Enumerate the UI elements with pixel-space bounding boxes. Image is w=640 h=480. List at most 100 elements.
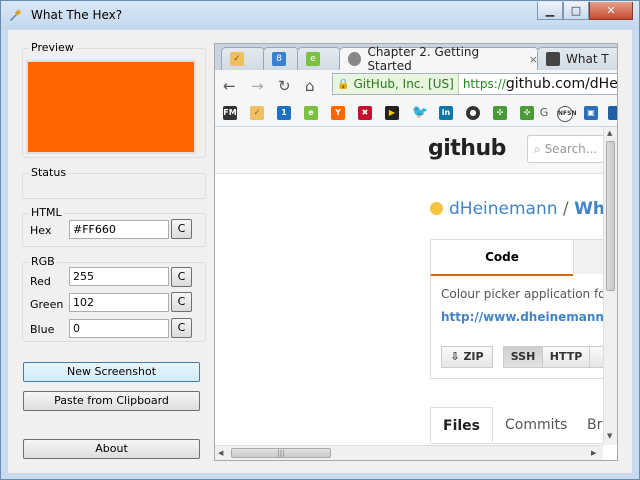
screenshot-area[interactable]: ✓ 8 e Chapter 2. Getting Started × What … bbox=[214, 43, 618, 461]
browser-tab-what[interactable]: What T bbox=[537, 47, 617, 70]
scroll-right-icon[interactable]: ▶ bbox=[591, 449, 596, 457]
maximize-icon: □ bbox=[570, 4, 582, 17]
nfsn-bookmark-icon[interactable]: NFSN bbox=[557, 106, 576, 122]
green-label: Green bbox=[30, 298, 64, 311]
github-bookmark-icon[interactable]: ● bbox=[466, 106, 480, 120]
github-logo[interactable]: github bbox=[428, 136, 506, 161]
puzzle-bookmark-icon[interactable]: ✣ bbox=[493, 106, 507, 120]
repo-owner-link[interactable]: dHeinemann bbox=[449, 199, 558, 219]
zip-download-button[interactable]: ⇩ ZIP bbox=[441, 346, 493, 368]
tab-branches[interactable]: Bra bbox=[587, 407, 603, 443]
linkedin-bookmark-icon[interactable]: in bbox=[439, 106, 453, 120]
paste-from-clipboard-button[interactable]: Paste from Clipboard bbox=[23, 391, 200, 411]
github-favicon-icon bbox=[546, 52, 560, 66]
search-placeholder: Search... bbox=[544, 142, 598, 156]
vertical-scrollbar[interactable]: ▲ ▼ bbox=[603, 127, 617, 445]
close-button[interactable]: ✕ bbox=[589, 2, 633, 20]
star-bookmark-icon[interactable]: ✖ bbox=[358, 106, 372, 120]
repo-homepage-link[interactable]: http://www.dheinemann.c bbox=[441, 310, 603, 324]
ev-label: GitHub, Inc. [US] bbox=[353, 77, 454, 91]
tab-commits[interactable]: Commits bbox=[505, 407, 567, 443]
repo-title: dHeinemann / What bbox=[430, 199, 603, 219]
repo-separator: / bbox=[557, 199, 575, 219]
browser-tab-chapter[interactable]: Chapter 2. Getting Started × bbox=[339, 45, 539, 73]
play-bookmark-icon[interactable]: ▶ bbox=[385, 106, 399, 120]
copy-hex-button[interactable]: C bbox=[171, 219, 192, 239]
minimize-button[interactable]: ▁ bbox=[537, 2, 563, 20]
minimize-icon: ▁ bbox=[545, 4, 555, 17]
bookmarks-bar: FM ✓ 1 e Y ✖ ▶ 🐦 in ● ✣ ✣ G NFSN ▣ bbox=[215, 100, 617, 127]
search-icon: ⌕ bbox=[534, 142, 541, 156]
browser-tab-title: What T bbox=[566, 52, 609, 66]
scroll-up-icon[interactable]: ▲ bbox=[607, 129, 612, 137]
red-field[interactable]: 255 bbox=[69, 267, 169, 286]
green-field[interactable]: 102 bbox=[69, 293, 169, 312]
about-button[interactable]: About bbox=[23, 439, 200, 459]
close-icon: ✕ bbox=[606, 4, 616, 17]
rgb-label: RGB bbox=[29, 255, 57, 268]
horizontal-scrollbar[interactable]: ◀ ||| ▶ bbox=[215, 445, 603, 460]
copy-green-button[interactable]: C bbox=[171, 292, 192, 312]
copy-red-button[interactable]: C bbox=[171, 267, 192, 287]
github-search-input[interactable]: ⌕ Search... bbox=[527, 135, 603, 163]
browser-tab[interactable]: 8 bbox=[263, 47, 299, 70]
evernote-favicon-icon: e bbox=[306, 52, 320, 66]
home-icon[interactable]: ⌂ bbox=[305, 77, 315, 95]
twitter-bookmark-icon[interactable]: 🐦 bbox=[412, 106, 428, 120]
tab-files[interactable]: Files bbox=[430, 407, 493, 443]
puzzle2-bookmark-icon[interactable]: ✣ bbox=[520, 106, 534, 120]
preview-label: Preview bbox=[29, 41, 76, 54]
blue-field[interactable]: 0 bbox=[69, 319, 169, 338]
repo-name-link[interactable]: What bbox=[574, 199, 603, 219]
globe-favicon-icon bbox=[348, 52, 362, 66]
title-bar[interactable]: What The Hex? ▁ □ ✕ bbox=[1, 1, 639, 29]
url-host: github.com/dHe bbox=[505, 76, 618, 92]
ssh-button[interactable]: SSH bbox=[503, 346, 543, 368]
git-readonly-button[interactable] bbox=[589, 346, 603, 368]
repo-code-box: Code Colour picker application for http:… bbox=[430, 239, 603, 379]
back-icon[interactable]: ← bbox=[223, 77, 236, 95]
lock-icon: 🔒 bbox=[337, 78, 350, 90]
browser-tab[interactable]: e bbox=[297, 47, 341, 70]
maximize-button[interactable]: □ bbox=[563, 2, 589, 20]
status-group: Status bbox=[22, 166, 206, 199]
download-icon: ⇩ bbox=[450, 350, 460, 363]
status-label: Status bbox=[29, 166, 69, 179]
window-controls: ▁ □ ✕ bbox=[537, 2, 633, 20]
evernote-bookmark-icon[interactable]: e bbox=[304, 106, 318, 120]
bookmark-icon[interactable]: ▣ bbox=[584, 106, 598, 120]
forward-icon[interactable]: → bbox=[251, 77, 264, 95]
ycombinator-bookmark-icon[interactable]: Y bbox=[331, 106, 345, 120]
calendar-favicon-icon: 8 bbox=[272, 52, 286, 66]
ev-certificate-badge[interactable]: 🔒 GitHub, Inc. [US] bbox=[333, 74, 459, 94]
address-bar[interactable]: 🔒 GitHub, Inc. [US] https:// github.com/… bbox=[332, 73, 618, 95]
reload-icon[interactable]: ↻ bbox=[278, 77, 291, 95]
tasks-bookmark-icon[interactable]: ✓ bbox=[250, 106, 264, 120]
horizontal-scroll-thumb[interactable]: ||| bbox=[231, 448, 331, 458]
browser-tab-title: Chapter 2. Getting Started bbox=[367, 45, 480, 73]
hex-field[interactable]: #FF660 bbox=[69, 220, 169, 239]
bookmark-icon[interactable] bbox=[608, 106, 617, 120]
red-label: Red bbox=[30, 275, 51, 288]
one-bookmark-icon[interactable]: 1 bbox=[277, 106, 291, 120]
code-tab[interactable]: Code bbox=[431, 240, 573, 276]
secondary-tab[interactable] bbox=[573, 240, 603, 274]
http-button[interactable]: HTTP bbox=[542, 346, 590, 368]
scroll-down-icon[interactable]: ▼ bbox=[607, 432, 612, 440]
g-bookmark-label[interactable]: G bbox=[537, 106, 551, 120]
github-page: github ⌕ Search... dHeinemann / What Cod… bbox=[215, 127, 603, 445]
vertical-scroll-thumb[interactable] bbox=[606, 141, 615, 291]
repo-description: Colour picker application for bbox=[441, 287, 603, 301]
color-preview bbox=[26, 60, 196, 154]
new-screenshot-button[interactable]: New Screenshot bbox=[23, 362, 200, 382]
eyedropper-icon bbox=[8, 8, 22, 22]
copy-blue-button[interactable]: C bbox=[171, 318, 192, 338]
fm-bookmark-icon[interactable]: FM bbox=[223, 106, 237, 120]
scroll-left-icon[interactable]: ◀ bbox=[218, 449, 223, 457]
avatar bbox=[430, 201, 443, 215]
browser-tab[interactable]: ✓ bbox=[221, 47, 265, 70]
color-preview-fill bbox=[28, 62, 194, 152]
client-area: Preview Status HTML Hex #FF660 C RGB Red… bbox=[8, 30, 632, 473]
window-title: What The Hex? bbox=[31, 8, 123, 22]
app-window: What The Hex? ▁ □ ✕ Preview Status HTML … bbox=[0, 0, 640, 480]
